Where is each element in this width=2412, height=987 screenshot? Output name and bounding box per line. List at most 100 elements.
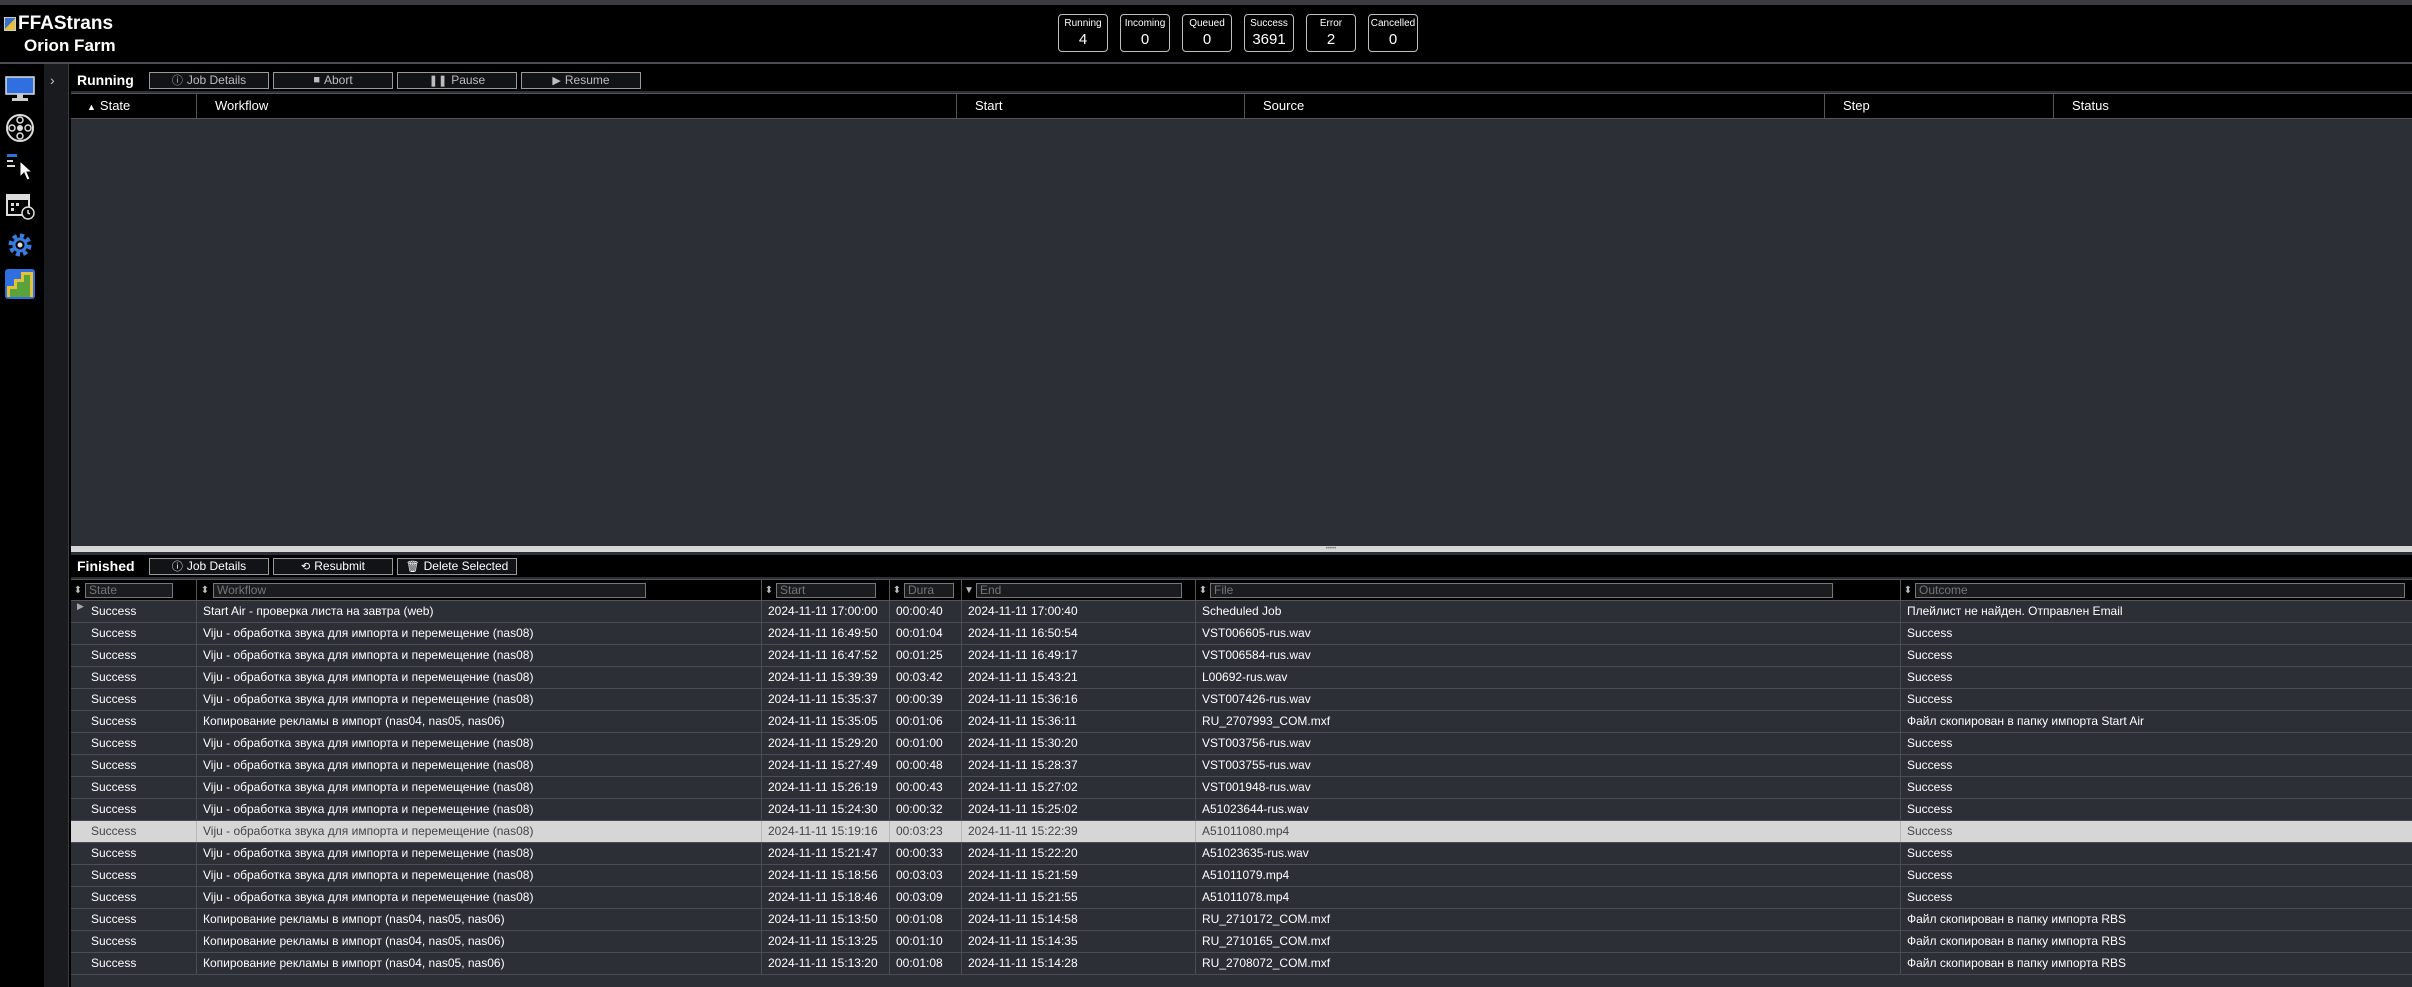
cell-start: 2024-11-11 15:13:25 xyxy=(761,931,889,952)
state-filter-input[interactable] xyxy=(85,582,173,598)
sort-icon[interactable]: ⬍ xyxy=(1901,585,1915,596)
cell-start: 2024-11-11 15:18:46 xyxy=(761,887,889,908)
cell-start: 2024-11-11 15:39:39 xyxy=(761,667,889,688)
column-status[interactable]: Status xyxy=(2053,94,2412,118)
table-row[interactable]: Success Viju - обработка звука для импорт… xyxy=(71,777,2412,799)
cell-end: 2024-11-11 16:50:54 xyxy=(961,623,1195,644)
running-job-details-button[interactable]: ⓘ Job Details xyxy=(149,71,269,89)
table-row[interactable]: Success Копирование рекламы в импорт (nas… xyxy=(71,909,2412,931)
ffastrans-logo-icon[interactable] xyxy=(2,267,38,301)
cell-end: 2024-11-11 17:00:40 xyxy=(961,601,1195,622)
trash-icon: 🗑 xyxy=(405,560,420,573)
sort-icon[interactable]: ⬍ xyxy=(762,585,776,596)
start-filter-input[interactable] xyxy=(776,582,876,598)
cell-outcome: Файл скопирован в папку импорта RBS xyxy=(1900,931,2412,952)
pause-button[interactable]: ❚❚ Pause xyxy=(397,71,517,89)
resubmit-button[interactable]: ⟲ Resubmit xyxy=(273,557,393,575)
ffastrans-mark-icon xyxy=(4,17,16,31)
delete-selected-button[interactable]: 🗑 Delete Selected xyxy=(397,557,517,575)
cell-workflow: Viju - обработка звука для импорта и пер… xyxy=(196,777,761,798)
table-row[interactable]: Success Viju - обработка звука для импорт… xyxy=(71,689,2412,711)
cell-start: 2024-11-11 15:13:20 xyxy=(761,953,889,974)
table-row[interactable]: Success Viju - обработка звука для импорт… xyxy=(71,667,2412,689)
table-row[interactable]: Success Viju - обработка звука для импорт… xyxy=(71,865,2412,887)
cell-workflow: Viju - обработка звука для импорта и пер… xyxy=(196,623,761,644)
click-workflow-icon[interactable] xyxy=(2,150,38,184)
table-row[interactable]: Success Viju - обработка звука для импорт… xyxy=(71,733,2412,755)
cell-outcome: Файл скопирован в папку импорта RBS xyxy=(1900,909,2412,930)
file-filter-input[interactable] xyxy=(1210,582,1833,598)
cell-state: Success xyxy=(91,736,137,750)
sort-icon[interactable]: ⬍ xyxy=(71,585,85,596)
cell-start: 2024-11-11 15:26:19 xyxy=(761,777,889,798)
cell-file: RU_2710172_COM.mxf xyxy=(1195,909,1900,930)
column-step[interactable]: Step xyxy=(1824,94,2053,118)
cell-file: A51023635-rus.wav xyxy=(1195,843,1900,864)
cell-start: 2024-11-11 15:19:16 xyxy=(761,821,889,842)
settings-gear-icon[interactable] xyxy=(2,228,38,262)
sort-desc-icon[interactable]: ▼ xyxy=(962,585,976,596)
finished-job-details-button[interactable]: ⓘ Job Details xyxy=(149,557,269,575)
cell-file: RU_2708072_COM.mxf xyxy=(1195,953,1900,974)
calendar-clock-icon[interactable] xyxy=(2,189,38,223)
table-row[interactable]: Success Копирование рекламы в импорт (nas… xyxy=(71,711,2412,733)
table-row[interactable]: Success Viju - обработка звука для импорт… xyxy=(71,843,2412,865)
expand-arrow-icon[interactable]: ▶ xyxy=(77,601,84,612)
table-row[interactable]: Success Viju - обработка звука для импорт… xyxy=(71,623,2412,645)
filter-file: ⬍ xyxy=(1195,580,1900,600)
running-table-header: ▲ State Workflow Start Source Step Status xyxy=(71,93,2412,119)
filter-start: ⬍ xyxy=(761,580,889,600)
table-row[interactable]: Success Viju - обработка звука для импорт… xyxy=(71,645,2412,667)
table-row[interactable]: Success Viju - обработка звука для импорт… xyxy=(71,755,2412,777)
cell-end: 2024-11-11 15:14:35 xyxy=(961,931,1195,952)
cell-outcome: Success xyxy=(1900,689,2412,710)
table-row[interactable]: Success Копирование рекламы в импорт (nas… xyxy=(71,953,2412,975)
panel-splitter[interactable]: ••••• xyxy=(71,546,2412,552)
cell-end: 2024-11-11 15:27:02 xyxy=(961,777,1195,798)
column-source[interactable]: Source xyxy=(1244,94,1824,118)
cell-end: 2024-11-11 15:43:21 xyxy=(961,667,1195,688)
outcome-filter-input[interactable] xyxy=(1915,582,2405,598)
cell-start: 2024-11-11 16:49:50 xyxy=(761,623,889,644)
end-filter-input[interactable] xyxy=(976,582,1182,598)
cell-state: Success xyxy=(91,956,137,970)
film-reel-icon[interactable] xyxy=(2,111,38,145)
cell-end: 2024-11-11 15:28:37 xyxy=(961,755,1195,776)
column-state[interactable]: ▲ State xyxy=(71,94,196,118)
cell-outcome: Файл скопирован в папку импорта Start Ai… xyxy=(1900,711,2412,732)
counter-value: 0 xyxy=(1388,31,1398,48)
table-row[interactable]: Success Viju - обработка звука для импорт… xyxy=(71,887,2412,909)
cell-end: 2024-11-11 16:49:17 xyxy=(961,645,1195,666)
filter-end: ▼ xyxy=(961,580,1195,600)
cell-outcome: Success xyxy=(1900,667,2412,688)
sort-icon[interactable]: ⬍ xyxy=(197,585,213,596)
counter-label: Running xyxy=(1064,18,1102,29)
cell-workflow: Viju - обработка звука для импорта и пер… xyxy=(196,645,761,666)
running-toolbar: Running ⓘ Job Details ■ Abort ❚❚ Pause ▶ Res… xyxy=(71,69,2412,91)
resume-button[interactable]: ▶ Resume xyxy=(521,71,641,89)
sidebar-collapse-toggle[interactable]: › xyxy=(44,64,69,987)
cell-start: 2024-11-11 15:29:20 xyxy=(761,733,889,754)
cell-file: VST007426-rus.wav xyxy=(1195,689,1900,710)
workflow-filter-input[interactable] xyxy=(213,582,646,598)
duration-filter-input[interactable] xyxy=(904,582,954,598)
cell-duration: 00:01:06 xyxy=(889,711,961,732)
monitor-icon[interactable] xyxy=(2,72,38,106)
table-row[interactable]: Success Viju - обработка звука для импорт… xyxy=(71,799,2412,821)
cell-duration: 00:00:33 xyxy=(889,843,961,864)
sort-asc-icon: ▲ xyxy=(87,102,96,112)
counter-error: Error 2 xyxy=(1306,14,1356,52)
cell-duration: 00:03:03 xyxy=(889,865,961,886)
table-row[interactable]: Success Viju - обработка звука для импорт… xyxy=(71,821,2412,843)
cell-workflow: Viju - обработка звука для импорта и пер… xyxy=(196,843,761,864)
cell-duration: 00:00:32 xyxy=(889,799,961,820)
table-row[interactable]: Success Start Air - проверка листа на зав… xyxy=(71,601,2412,623)
table-row[interactable]: Success Копирование рекламы в импорт (nas… xyxy=(71,931,2412,953)
sort-icon[interactable]: ⬍ xyxy=(1196,585,1210,596)
abort-button[interactable]: ■ Abort xyxy=(273,71,393,89)
cell-start: 2024-11-11 15:24:30 xyxy=(761,799,889,820)
column-workflow[interactable]: Workflow xyxy=(196,94,956,118)
sort-icon[interactable]: ⬍ xyxy=(890,585,904,596)
column-start[interactable]: Start xyxy=(956,94,1244,118)
cell-workflow: Копирование рекламы в импорт (nas04, nas… xyxy=(196,931,761,952)
